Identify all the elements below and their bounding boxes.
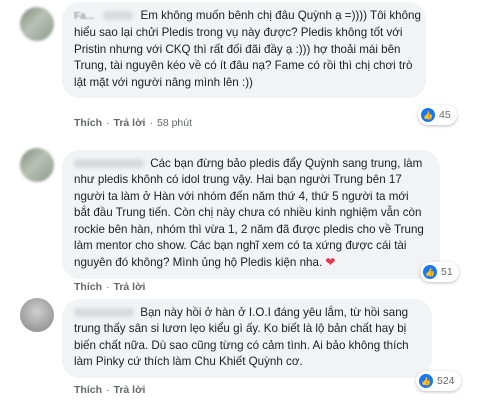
comment-text-line: Pristin nhưng với CKQ thì rất đối đãi đầ… [74, 42, 401, 56]
reaction-summary[interactable]: 👍 45 [418, 105, 457, 125]
reaction-summary[interactable]: 👍 524 [416, 371, 461, 391]
comment-text-line: Em không muốn bênh chị đâu Quỳnh ạ =))))… [140, 9, 421, 22]
like-icon: 👍 [421, 108, 435, 122]
timestamp[interactable]: 58 phút [157, 117, 192, 129]
comment-text-line: người ta làm ở Hàn với nhóm đến năm thứ … [74, 189, 409, 203]
reaction-count: 51 [441, 266, 453, 278]
comment-bubble: Các bạn đừng bảo pledis đẩy Quỳnh sang t… [62, 150, 440, 279]
like-button[interactable]: Thích [74, 384, 102, 396]
comment-actions: Thích · Trả lời · 58 phút [74, 117, 193, 129]
comment-actions: Thích · Trả lời [74, 384, 146, 396]
comment-text-line: hiểu sao lại chửi Pledis trong vụ này đư… [74, 26, 403, 40]
reaction-summary[interactable]: 👍 51 [420, 262, 459, 282]
like-button[interactable]: Thích [74, 281, 102, 293]
avatar[interactable] [20, 148, 54, 182]
author-name-blur[interactable] [74, 308, 134, 318]
reaction-count: 45 [439, 109, 451, 121]
avatar[interactable] [20, 298, 54, 332]
reaction-count: 524 [437, 375, 455, 387]
comment-actions: Thích · Trả lời [74, 281, 146, 293]
author-name-blur [103, 11, 134, 21]
comment-text-line: Trung, tài nguyên kéo về có ít đâu nạ? F… [74, 59, 413, 73]
comment-text-line: trung thấy sân si lươn lẹo kiểu gì ấy. K… [74, 322, 407, 336]
like-button[interactable]: Thích [74, 117, 102, 129]
author-name[interactable]: Fa... [74, 11, 94, 22]
comment-text-line: biến chất nữa. Dù sao cũng từng có cảm t… [74, 338, 409, 352]
comment-text-line: làm mentor cho show. Các bạn nghĩ xem có… [74, 239, 407, 253]
heart-emoji: ❤ [325, 255, 336, 270]
like-icon: 👍 [423, 265, 437, 279]
like-icon: 👍 [419, 374, 433, 388]
author-name-blur[interactable] [74, 159, 144, 169]
reply-button[interactable]: Trả lời [114, 117, 146, 129]
comment-text-line: làm Pinky cứ thích làm Chu Khiết Quỳnh c… [74, 355, 303, 369]
reply-button[interactable]: Trả lời [114, 384, 146, 396]
comment-text-line: bắt đầu Trung tiến. Còn chị này chưa có … [74, 206, 422, 220]
comment-text-line: rockie bên hàn, nhóm thì vừa 1, 2 năm đã… [74, 222, 424, 236]
comment-text-line: Các bạn đừng bảo pledis đẩy Quỳnh sang t… [150, 157, 423, 170]
comment-bubble: Fa... Em không muốn bênh chị đâu Quỳnh ạ… [62, 2, 426, 99]
reply-button[interactable]: Trả lời [114, 281, 146, 293]
comment-text-line: lật mặt với người nâng mình lên :)) [74, 75, 253, 89]
comment-text-line: như pledis khônh có idol trung vậy. Hai … [74, 173, 402, 187]
avatar[interactable] [20, 7, 54, 41]
comment-text-line: nguyên đó không? Mình ủng hộ Pledis kiện… [74, 256, 323, 270]
comment-bubble: Bạn này hồi ở hàn ở I.O.I đáng yêu lắm, … [62, 299, 432, 378]
comment-text-line: Bạn này hồi ở hàn ở I.O.I đáng yêu lắm, … [140, 306, 409, 319]
